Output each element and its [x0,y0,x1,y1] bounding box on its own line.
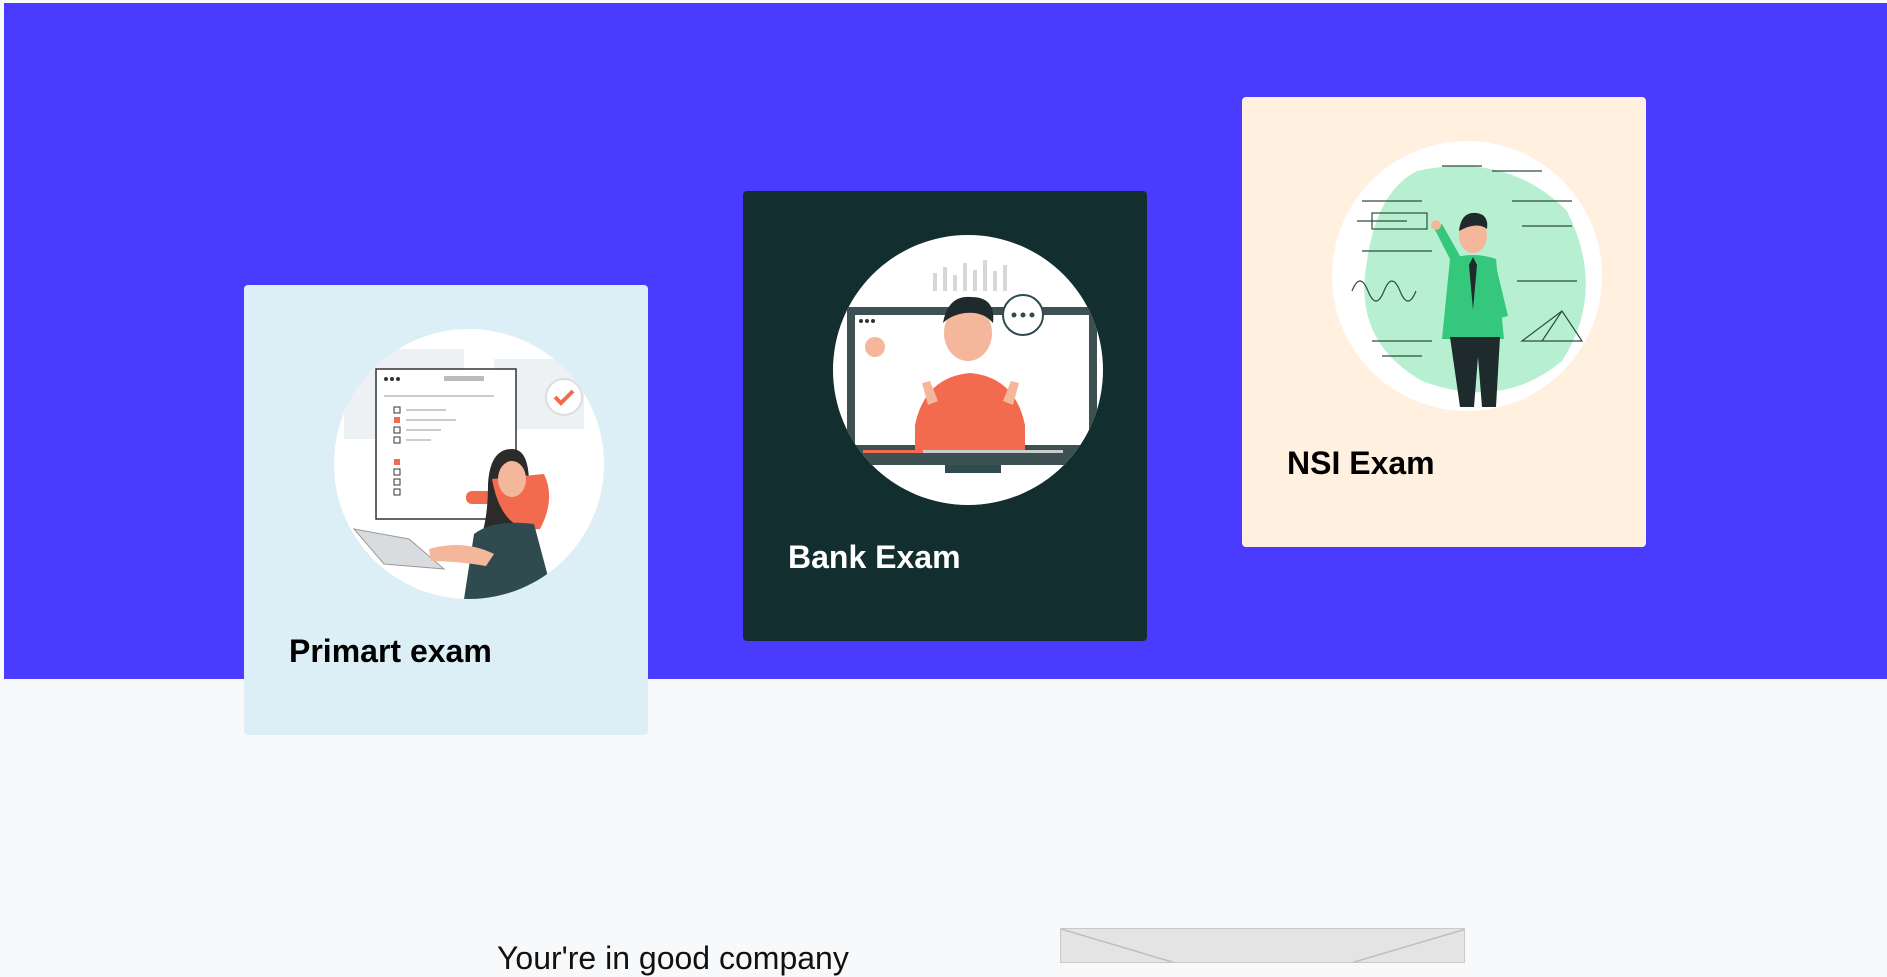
envelope-image [1060,928,1465,963]
card-title: Primart exam [289,633,492,669]
card-title: NSI Exam [1287,445,1435,481]
teacher-formulas-illustration [1332,141,1602,411]
online-test-illustration [334,329,604,599]
card-primart-exam[interactable]: Primart exam [244,285,648,735]
card-nsi-exam[interactable]: NSI Exam [1242,97,1646,547]
card-bank-exam[interactable]: Bank Exam [743,191,1147,641]
company-heading: Your're in good company [497,940,849,976]
card-title: Bank Exam [788,539,961,575]
video-lecture-illustration [833,235,1103,505]
